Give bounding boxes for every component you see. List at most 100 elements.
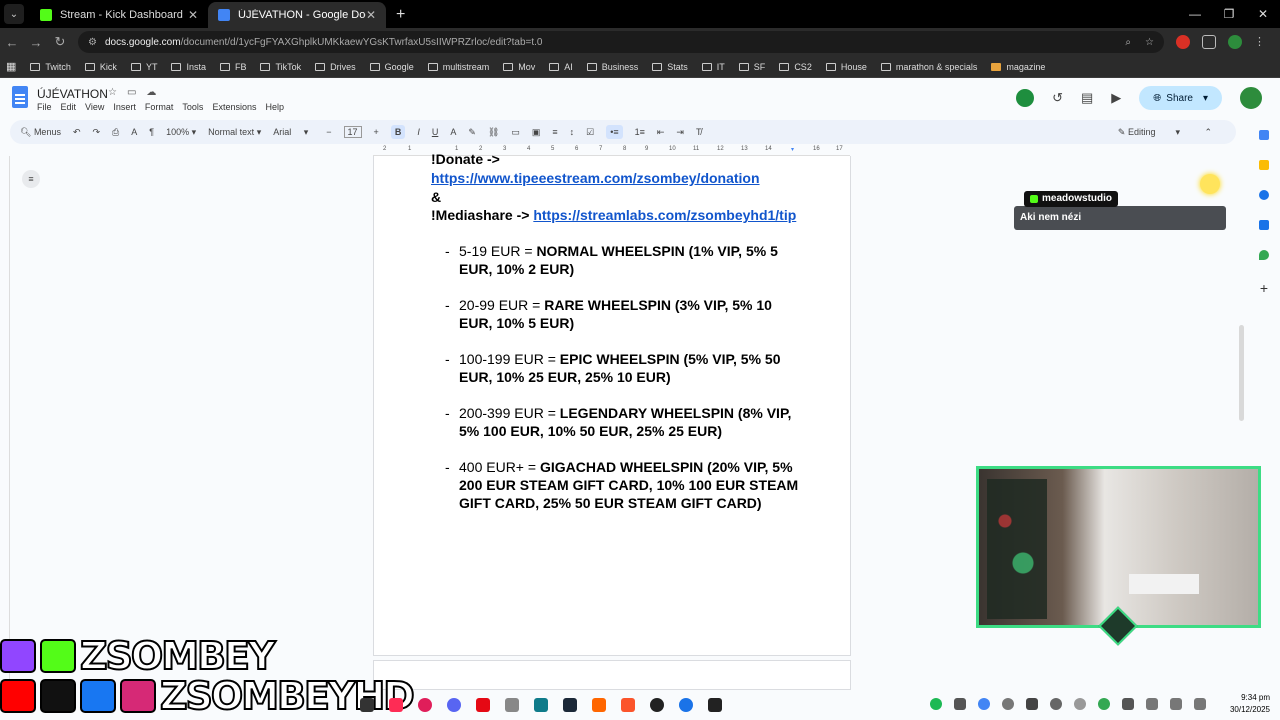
list-item[interactable]: - 200-399 EUR = LEGENDARY WHEELSPIN (8% … — [445, 404, 801, 440]
clock[interactable]: 9:34 pm 30/12/2025 — [1230, 692, 1270, 716]
bookmark-cs2[interactable]: CS2 — [779, 62, 812, 72]
bookmark-star-icon[interactable]: ☆ — [1145, 37, 1154, 48]
extension-icon[interactable] — [1176, 35, 1190, 49]
bookmark-it[interactable]: IT — [701, 62, 725, 72]
collapse-menus-icon[interactable]: ⌃ — [1204, 127, 1212, 138]
app-icon[interactable] — [389, 698, 403, 712]
bookmark-marathon[interactable]: marathon & specials — [880, 62, 977, 72]
image-icon[interactable]: ▣ — [532, 127, 541, 138]
bookmark-stats[interactable]: Stats — [652, 62, 688, 72]
highlight-icon[interactable]: ✎ — [468, 127, 476, 138]
tab-google-docs[interactable]: ÚJÉVATHON - Google Docs ✕ — [208, 2, 386, 28]
font-size-input[interactable]: 17 — [343, 126, 362, 138]
editing-mode-select[interactable]: ✎ Editing ▾ — [1118, 127, 1180, 138]
version-history-icon[interactable]: ↺ — [1052, 90, 1063, 106]
profile-avatar[interactable] — [1228, 35, 1242, 49]
site-info-icon[interactable]: ⚙ — [88, 37, 97, 48]
tray-icon[interactable] — [1074, 698, 1086, 710]
chevron-down-icon[interactable]: ▾ — [1203, 93, 1208, 104]
discord-icon[interactable] — [447, 698, 461, 712]
calendar-icon[interactable] — [1259, 130, 1269, 140]
brave-icon[interactable] — [621, 698, 635, 712]
close-tab-icon[interactable]: ✕ — [366, 8, 376, 22]
bookmark-ai[interactable]: AI — [549, 62, 573, 72]
menu-format[interactable]: Format — [145, 102, 174, 112]
microphone-icon[interactable] — [1170, 698, 1182, 710]
move-folder-icon[interactable]: ▭ — [127, 87, 136, 98]
chrome-icon[interactable] — [978, 698, 990, 710]
redo-icon[interactable]: ↷ — [93, 127, 101, 138]
checklist-icon[interactable]: ☑ — [586, 127, 594, 138]
list-item[interactable]: - 20-99 EUR = RARE WHEELSPIN (3% VIP, 5%… — [445, 296, 801, 332]
link-icon[interactable]: ⛓ — [488, 127, 499, 138]
reload-icon[interactable]: ↻ — [48, 34, 72, 50]
bookmark-magazine[interactable]: magazine — [991, 62, 1045, 72]
close-window-icon[interactable]: ✕ — [1246, 0, 1280, 28]
print-icon[interactable]: ⎙ — [112, 127, 119, 138]
decrease-font-icon[interactable]: − — [326, 127, 331, 137]
bookmark-fb[interactable]: FB — [219, 62, 246, 72]
app-icon[interactable] — [360, 698, 374, 712]
close-tab-icon[interactable]: ✕ — [188, 8, 198, 22]
bookmark-house[interactable]: House — [825, 62, 867, 72]
numbered-list-icon[interactable]: 1≡ — [635, 127, 645, 137]
volume-icon[interactable] — [1194, 698, 1206, 710]
url-input[interactable]: ⚙ docs.google.com/document/d/1ycFgFYAXGh… — [78, 31, 1164, 53]
bookmark-twitch[interactable]: Twitch — [30, 62, 71, 72]
decrease-indent-icon[interactable]: ⇤ — [657, 127, 665, 138]
increase-font-icon[interactable]: + — [374, 127, 379, 137]
app-icon[interactable] — [418, 698, 432, 712]
docs-logo-icon[interactable] — [12, 86, 28, 108]
bookmark-insta[interactable]: Insta — [171, 62, 206, 72]
bookmark-business[interactable]: Business — [586, 62, 638, 72]
bookmark-kick[interactable]: Kick — [84, 62, 117, 72]
menu-file[interactable]: File — [37, 102, 52, 112]
extensions-puzzle-icon[interactable] — [1202, 35, 1216, 49]
bookmark-sf[interactable]: SF — [738, 62, 765, 72]
steam-icon[interactable] — [563, 698, 577, 712]
comment-icon[interactable]: ▭ — [511, 127, 520, 138]
line-spacing-icon[interactable]: ↕ — [570, 127, 575, 137]
bookmark-tiktok[interactable]: TikTok — [260, 62, 301, 72]
tray-icon[interactable] — [1050, 698, 1062, 710]
add-addon-icon[interactable]: + — [1248, 280, 1280, 296]
spotify-icon[interactable] — [930, 698, 942, 710]
document-outline-icon[interactable]: ≡ — [22, 170, 40, 188]
document-body[interactable]: !Donate -> https://www.tipeeestream.com/… — [431, 150, 801, 512]
mediashare-link[interactable]: https://streamlabs.com/zsombeyhd1/tip — [533, 207, 796, 223]
font-select[interactable]: Arial ▾ — [273, 127, 308, 138]
bold-icon[interactable]: B — [390, 125, 406, 139]
text-color-icon[interactable]: A — [450, 127, 456, 137]
menu-help[interactable]: Help — [265, 102, 284, 112]
obs-icon[interactable] — [650, 698, 664, 712]
donate-link[interactable]: https://www.tipeeestream.com/zsombey/don… — [431, 170, 760, 186]
collaborator-avatar[interactable] — [1016, 89, 1035, 107]
tasks-icon[interactable] — [1259, 190, 1269, 200]
list-item[interactable]: - 100-199 EUR = EPIC WHEELSPIN (5% VIP, … — [445, 350, 801, 386]
minimize-icon[interactable]: — — [1178, 0, 1212, 28]
page-scrollbar[interactable] — [1239, 325, 1244, 421]
list-item[interactable]: - 400 EUR+ = GIGACHAD WHEELSPIN (20% VIP… — [445, 458, 801, 512]
forward-icon[interactable]: → — [24, 35, 48, 50]
bookmark-mov[interactable]: Mov — [503, 62, 535, 72]
underline-icon[interactable]: U — [432, 127, 439, 137]
new-tab-button[interactable]: + — [396, 6, 405, 24]
share-button[interactable]: 🌐︎ Share ▾ — [1139, 86, 1222, 110]
keep-icon[interactable] — [1259, 160, 1269, 170]
search-menus-icon[interactable]: 🔍︎ Menus — [20, 127, 61, 138]
menu-view[interactable]: View — [85, 102, 104, 112]
apps-grid-icon[interactable]: ▦ — [6, 60, 16, 73]
menu-tools[interactable]: Tools — [182, 102, 203, 112]
browser-menu-icon[interactable]: ⋮ — [1254, 35, 1265, 49]
epic-icon[interactable] — [708, 698, 722, 712]
maps-icon[interactable] — [1259, 250, 1269, 260]
app-icon[interactable] — [592, 698, 606, 712]
tray-icon[interactable] — [1026, 698, 1038, 710]
wifi-icon[interactable] — [1146, 698, 1158, 710]
menu-edit[interactable]: Edit — [61, 102, 77, 112]
align-icon[interactable]: ≡ — [552, 127, 557, 137]
bookmark-multistream[interactable]: multistream — [427, 62, 489, 72]
tray-icon[interactable] — [1002, 698, 1014, 710]
tray-icon[interactable] — [1098, 698, 1110, 710]
bookmark-drives[interactable]: Drives — [315, 62, 356, 72]
